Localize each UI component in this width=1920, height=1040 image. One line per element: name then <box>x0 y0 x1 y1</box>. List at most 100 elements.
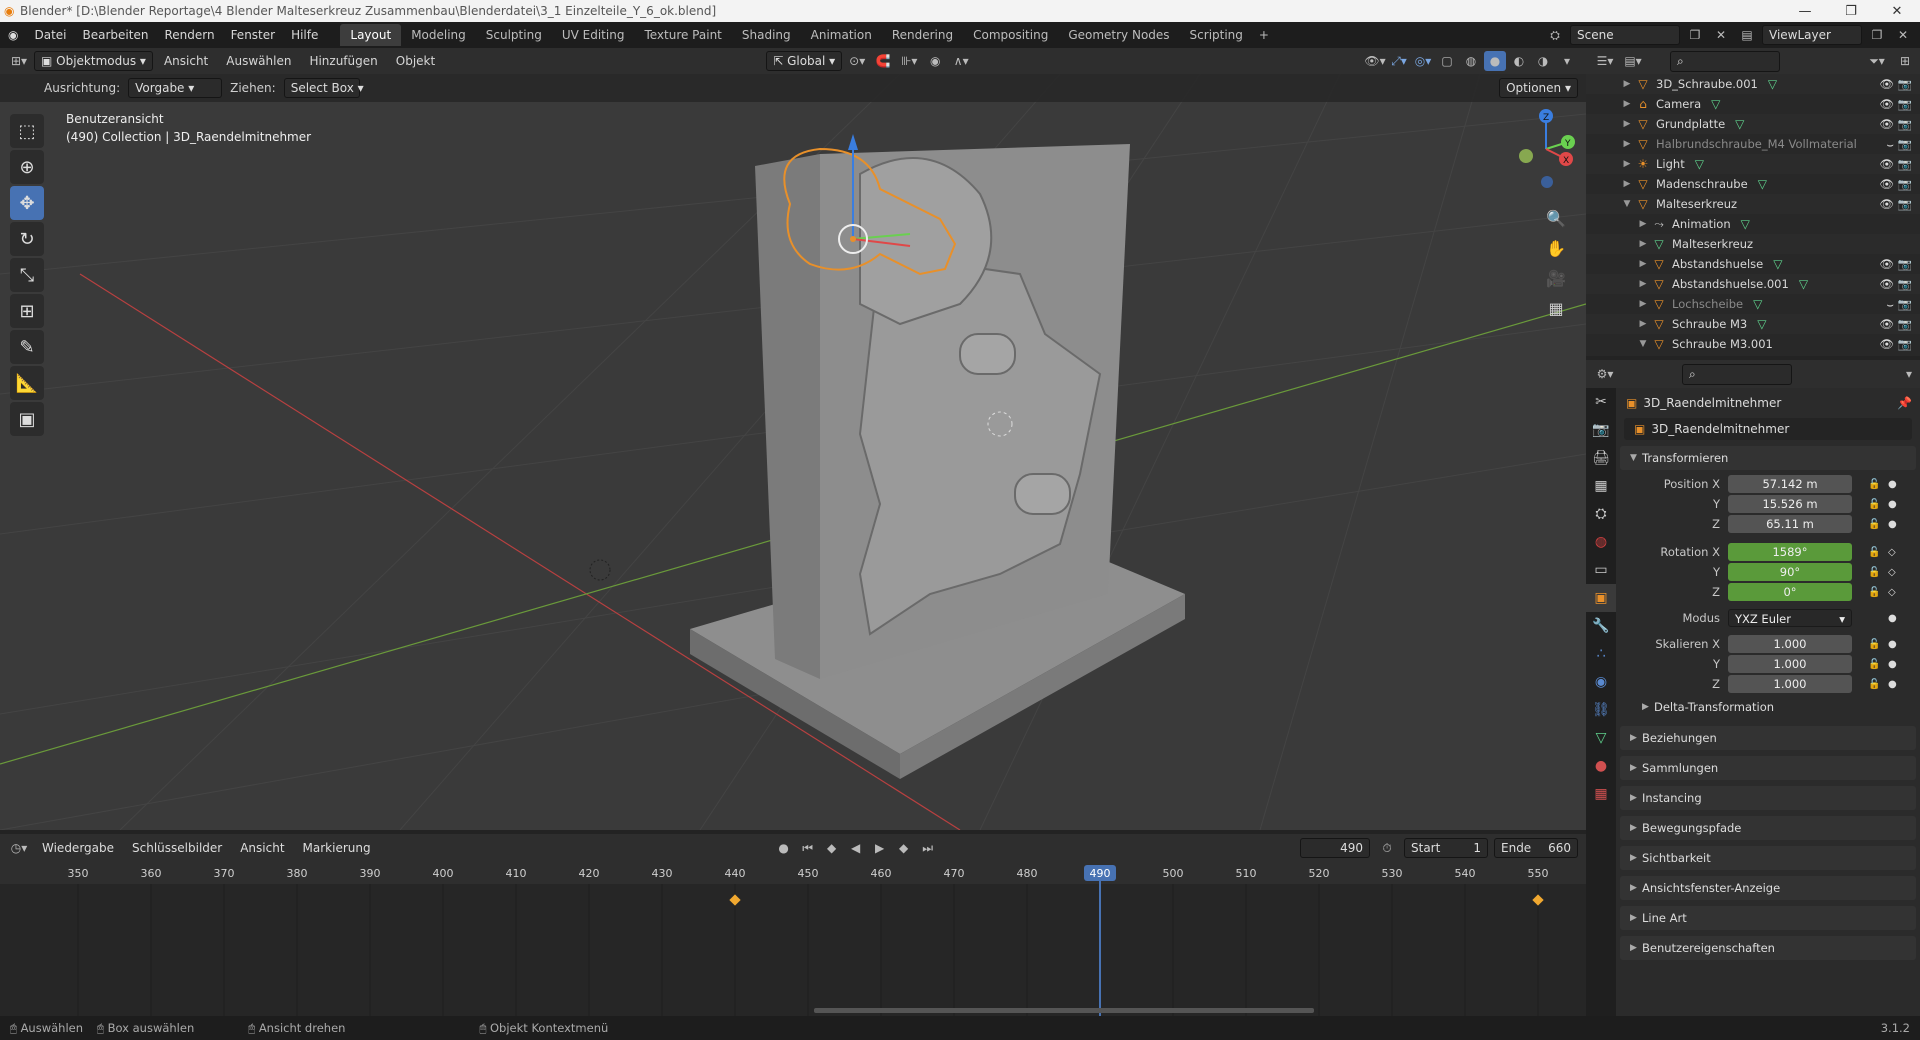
solid-shading-icon[interactable]: ● <box>1484 51 1506 71</box>
timeline-area[interactable]: 350 360 370 380 390 400 410 420 430 440 450 460 470 4… <box>0 862 1586 1016</box>
physics-tab-icon[interactable]: ◉ <box>1586 668 1616 696</box>
minimize-icon[interactable]: — <box>1782 4 1828 19</box>
workspace-tab-uv-editing[interactable]: UV Editing <box>552 24 635 46</box>
keyframe-marker[interactable] <box>729 894 741 906</box>
keyframe-diamond-icon[interactable]: ◇ <box>1888 587 1896 598</box>
mesh-data-icon[interactable]: ▽ <box>1768 77 1777 91</box>
outliner-item[interactable]: ▶ ▽ Abstandshuelse ▽ 👁 📷 <box>1586 254 1920 274</box>
eye-icon[interactable]: 👁 <box>1879 277 1894 291</box>
delta-transform-section[interactable]: ▶ Delta-Transformation <box>1616 694 1920 720</box>
rotate-tool-icon[interactable]: ↻ <box>10 222 44 256</box>
keyframe-dot-icon[interactable]: ● <box>1888 659 1897 670</box>
render-camera-icon[interactable]: 📷 <box>1898 177 1912 191</box>
eye-icon[interactable]: 👁 <box>1879 157 1894 171</box>
object-tab-icon[interactable]: ▣ <box>1586 584 1616 612</box>
collapsed-chevron-icon[interactable]: ▶ <box>1636 219 1650 229</box>
mesh-data-icon[interactable]: ▽ <box>1799 277 1808 291</box>
cursor-tool-icon[interactable]: ⊕ <box>10 150 44 184</box>
end-frame-field[interactable]: Ende 660 <box>1494 838 1578 858</box>
keyframe-diamond-icon[interactable]: ◇ <box>1888 567 1896 578</box>
timeline-editor-type-icon[interactable]: ◷▾ <box>8 838 30 858</box>
falloff-icon[interactable]: ∧▾ <box>950 51 972 71</box>
keyframe-dot-icon[interactable]: ● <box>1888 679 1897 690</box>
expanded-chevron-icon[interactable]: ▼ <box>1636 339 1650 349</box>
outliner-item[interactable]: ▶ ▽ Halbrundschraube_M4 Vollmaterial ⌣ 📷 <box>1586 134 1920 154</box>
tool-tab-icon[interactable]: ✂ <box>1586 388 1616 416</box>
mode-dropdown[interactable]: ▣ Objektmodus ▾ <box>34 51 153 71</box>
collapsed-chevron-icon[interactable]: ▶ <box>1636 319 1650 329</box>
menu-rendern[interactable]: Rendern <box>156 28 222 42</box>
navigation-gizmo[interactable]: Z Y X 🔍 ✋ 🎥 ▦ <box>1506 104 1586 334</box>
rotation-x-field[interactable]: 1589° <box>1728 543 1852 561</box>
viewport-menu-ansicht[interactable]: Ansicht <box>157 52 215 70</box>
viewlayer-field[interactable]: ViewLayer <box>1762 25 1862 45</box>
eye-icon[interactable]: 👁 <box>1879 97 1894 111</box>
mesh-data-icon[interactable]: ▽ <box>1753 297 1762 311</box>
rendered-shading-icon[interactable]: ◑ <box>1532 51 1554 71</box>
timeline-menu-wiedergabe[interactable]: Wiedergabe <box>36 839 120 857</box>
menu-datei[interactable]: Datei <box>26 28 74 42</box>
render-camera-icon[interactable]: 📷 <box>1898 317 1912 331</box>
maximize-icon[interactable]: ❐ <box>1828 4 1874 19</box>
pan-hand-icon[interactable]: ✋ <box>1542 234 1570 262</box>
section-benutzereigenschaften[interactable]: ▶ Benutzereigenschaften <box>1620 936 1916 960</box>
properties-options-icon[interactable]: ▾ <box>1898 364 1920 384</box>
delete-scene-icon[interactable]: ✕ <box>1710 25 1732 45</box>
material-shading-icon[interactable]: ◐ <box>1508 51 1530 71</box>
ortho-grid-icon[interactable]: ▦ <box>1542 294 1570 322</box>
outliner-item[interactable]: ▶ ▽ Schraube M3 ▽ 👁 📷 <box>1586 314 1920 334</box>
scale-x-field[interactable]: 1.000 <box>1728 635 1852 653</box>
expanded-chevron-icon[interactable]: ▼ <box>1620 199 1634 209</box>
collapsed-chevron-icon[interactable]: ▶ <box>1620 119 1634 129</box>
world-tab-icon[interactable]: ◍ <box>1586 528 1616 556</box>
workspace-tab-texture-paint[interactable]: Texture Paint <box>634 24 731 46</box>
gizmo-icon[interactable]: ⤢▾ <box>1388 51 1410 71</box>
display-mode-icon[interactable]: ▤▾ <box>1622 51 1644 71</box>
collapsed-chevron-icon[interactable]: ▶ <box>1620 139 1634 149</box>
workspace-tab-rendering[interactable]: Rendering <box>882 24 963 46</box>
measure-tool-icon[interactable]: 📐 <box>10 366 44 400</box>
add-workspace-icon[interactable]: + <box>1253 28 1275 42</box>
render-tab-icon[interactable]: 📷 <box>1586 416 1616 444</box>
eye-icon[interactable]: 👁 <box>1879 337 1894 351</box>
blender-menu-icon[interactable]: ◉ <box>0 28 26 42</box>
wireframe-shading-icon[interactable]: ◍ <box>1460 51 1482 71</box>
render-camera-icon[interactable]: 📷 <box>1898 257 1912 271</box>
lock-icon[interactable]: 🔓 <box>1868 587 1880 598</box>
section-sammlungen[interactable]: ▶ Sammlungen <box>1620 756 1916 780</box>
render-camera-icon[interactable]: 📷 <box>1898 77 1912 91</box>
visibility-icon[interactable]: 👁▾ <box>1364 51 1386 71</box>
render-camera-icon[interactable]: 📷 <box>1898 97 1912 111</box>
jump-start-icon[interactable]: ⏮ <box>797 838 819 858</box>
select-box-tool-icon[interactable]: ⬚ <box>10 114 44 148</box>
section-bewegungspfade[interactable]: ▶ Bewegungspfade <box>1620 816 1916 840</box>
data-tab-icon[interactable]: ▽ <box>1586 724 1616 752</box>
eye-icon[interactable]: 👁 <box>1879 117 1894 131</box>
mesh-data-icon[interactable]: ▽ <box>1735 117 1744 131</box>
scale-y-field[interactable]: 1.000 <box>1728 655 1852 673</box>
mesh-data-icon[interactable]: ▽ <box>1758 177 1767 191</box>
outliner-item[interactable]: ▶ ⤳ Animation ▽ <box>1586 214 1920 234</box>
viewport-menu-hinzufuegen[interactable]: Hinzufügen <box>302 52 384 70</box>
scene-icon[interactable]: ⛭ <box>1544 25 1566 45</box>
current-frame-field[interactable]: 490 <box>1300 838 1370 858</box>
zoom-icon[interactable]: 🔍 <box>1542 204 1570 232</box>
scale-tool-icon[interactable]: ⤡ <box>10 258 44 292</box>
collapsed-chevron-icon[interactable]: ▶ <box>1620 99 1634 109</box>
constraints-tab-icon[interactable]: ⛓ <box>1586 696 1616 724</box>
section-beziehungen[interactable]: ▶ Beziehungen <box>1620 726 1916 750</box>
new-scene-icon[interactable]: ❐ <box>1684 25 1706 45</box>
outliner-item[interactable]: ▶ ☀ Light ▽ 👁 📷 <box>1586 154 1920 174</box>
view-layer-tab-icon[interactable]: ▦ <box>1586 472 1616 500</box>
lock-icon[interactable]: 🔓 <box>1868 567 1880 578</box>
keyframe-dot-icon[interactable]: ● <box>1888 499 1897 510</box>
workspace-tab-geometry-nodes[interactable]: Geometry Nodes <box>1058 24 1179 46</box>
mesh-data-icon[interactable]: ▽ <box>1711 97 1720 111</box>
lock-icon[interactable]: 🔓 <box>1868 547 1880 558</box>
outliner-item[interactable]: ▶ ▽ Lochscheibe ▽ ⌣ 📷 <box>1586 294 1920 314</box>
section-line-art[interactable]: ▶ Line Art <box>1620 906 1916 930</box>
editor-type-icon[interactable]: ⊞▾ <box>8 51 30 71</box>
lock-icon[interactable]: 🔓 <box>1868 479 1880 490</box>
ziehen-dropdown[interactable]: Select Box ▾ <box>283 78 364 98</box>
outliner-item[interactable]: ▶ ▽ Malteserkreuz <box>1586 234 1920 254</box>
